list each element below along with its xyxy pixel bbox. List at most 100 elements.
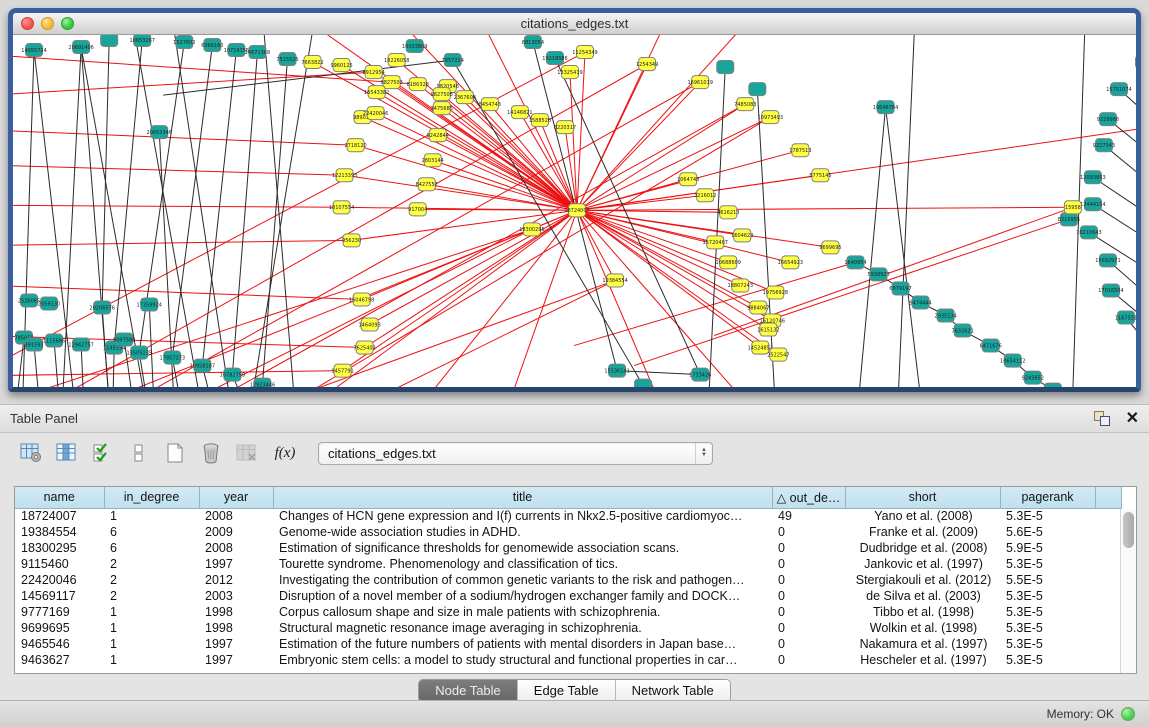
- graph-node[interactable]: 5938923: [867, 268, 889, 281]
- graph-node[interactable]: 7515526: [276, 53, 298, 66]
- graph-node[interactable]: [717, 61, 734, 74]
- column-header-name[interactable]: name: [15, 487, 104, 508]
- citation-edge-black[interactable]: [232, 52, 257, 375]
- tab-edge-table[interactable]: Edge Table: [518, 680, 616, 702]
- citation-edge-red[interactable]: [343, 210, 577, 370]
- graph-node[interactable]: 1167531: [1115, 311, 1136, 324]
- table-row[interactable]: 946554611997Estimation of the future num…: [15, 636, 1121, 652]
- citation-edge-red[interactable]: [634, 219, 1069, 365]
- graph-node[interactable]: 18107554: [329, 201, 354, 214]
- graph-node[interactable]: 8215955: [1058, 213, 1080, 226]
- graph-node[interactable]: 9827508: [431, 88, 453, 101]
- graph-node[interactable]: 1787513: [789, 144, 811, 157]
- table-vertical-scrollbar[interactable]: [1120, 509, 1136, 674]
- graph-node[interactable]: 8471676: [980, 339, 1002, 352]
- graph-node[interactable]: 17016504: [1098, 284, 1123, 297]
- graph-node[interactable]: 3216012: [694, 189, 716, 202]
- graph-node[interactable]: 9960125: [330, 59, 352, 72]
- graph-node[interactable]: 1615132: [757, 323, 779, 336]
- graph-node[interactable]: 2059130: [38, 297, 60, 310]
- graph-node[interactable]: 10688609: [716, 256, 741, 269]
- unselect-rows-icon[interactable]: [124, 439, 154, 467]
- citation-edge-red[interactable]: [213, 229, 532, 389]
- tab-network-table[interactable]: Network Table: [616, 680, 730, 702]
- table-row[interactable]: 1830029562008Estimation of significance …: [15, 540, 1121, 556]
- citation-edge-black[interactable]: [709, 67, 725, 390]
- graph-node[interactable]: 9097588: [113, 333, 135, 346]
- graph-node[interactable]: 20691406: [68, 41, 93, 54]
- graph-node[interactable]: 2522547: [767, 348, 789, 361]
- graph-node[interactable]: 917004: [408, 203, 427, 216]
- graph-node[interactable]: 1464093: [358, 318, 380, 331]
- close-panel-icon[interactable]: ✕: [1126, 411, 1139, 427]
- table-row[interactable]: 2242004622012Investigating the contribut…: [15, 572, 1121, 588]
- table-row[interactable]: 946362711997Embryonic stem cells: a mode…: [15, 652, 1121, 668]
- citation-edge-black[interactable]: [54, 341, 58, 390]
- citation-edge-red[interactable]: [13, 52, 585, 366]
- graph-node[interactable]: 1640954: [844, 256, 866, 269]
- graph-node[interactable]: 7857224: [442, 54, 464, 67]
- function-builder-icon[interactable]: f(x): [268, 445, 302, 462]
- citation-edge-black[interactable]: [253, 35, 313, 390]
- citation-edge-red[interactable]: [13, 55, 418, 84]
- graph-node[interactable]: 2935134: [935, 309, 957, 322]
- citation-edge-red[interactable]: [365, 210, 577, 347]
- graph-node[interactable]: [1044, 383, 1061, 390]
- graph-node[interactable]: 9699695: [819, 241, 841, 254]
- column-header-filler[interactable]: [1095, 487, 1121, 508]
- citation-edge-red[interactable]: [13, 285, 362, 299]
- graph-node[interactable]: 2367608: [454, 91, 476, 104]
- graph-node[interactable]: 8813054: [522, 36, 544, 49]
- graph-node[interactable]: 15958: [1064, 201, 1081, 214]
- graph-node[interactable]: 9329966: [1097, 113, 1119, 126]
- column-header-in_degree[interactable]: in_degree: [104, 487, 199, 508]
- citation-edge-red[interactable]: [394, 280, 615, 389]
- graph-node[interactable]: 9242844: [427, 129, 449, 142]
- column-header-year[interactable]: year: [199, 487, 273, 508]
- show-columns-icon[interactable]: [52, 439, 82, 467]
- tab-node-table[interactable]: Node Table: [419, 680, 518, 702]
- citation-edge-black[interactable]: [1126, 317, 1136, 365]
- graph-node[interactable]: 6966160: [201, 39, 223, 52]
- graph-node[interactable]: 7632621: [952, 324, 974, 337]
- graph-node[interactable]: 12444154: [1080, 198, 1105, 211]
- graph-node[interactable]: 15136141: [604, 364, 629, 377]
- graph-node[interactable]: 7485083: [734, 98, 756, 111]
- citation-edge-black[interactable]: [1093, 204, 1136, 250]
- graph-node[interactable]: 14055724: [21, 44, 46, 57]
- citation-edge-black[interactable]: [899, 35, 915, 390]
- select-all-rows-icon[interactable]: [88, 439, 118, 467]
- graph-node[interactable]: 1064748: [677, 173, 699, 186]
- minimize-window-button[interactable]: [41, 17, 54, 30]
- graph-node[interactable]: 9474444: [909, 296, 931, 309]
- graph-node[interactable]: 9457791: [331, 364, 353, 377]
- citation-edge-black[interactable]: [102, 40, 109, 307]
- graph-node[interactable]: 1588520: [529, 114, 551, 127]
- citation-edge-black[interactable]: [262, 59, 287, 385]
- graph-node[interactable]: 12213393: [332, 169, 357, 182]
- graph-node[interactable]: 8454743: [479, 98, 501, 111]
- graph-node[interactable]: 17957273: [160, 351, 185, 364]
- table-row[interactable]: 969969511998Structural magnetic resonanc…: [15, 620, 1121, 636]
- table-row[interactable]: 911546021997Tourette syndrome. Phenomeno…: [15, 556, 1121, 572]
- graph-node[interactable]: 1115686: [43, 334, 65, 347]
- graph-node[interactable]: 10653267: [130, 35, 155, 47]
- citation-edge-red[interactable]: [577, 207, 1073, 210]
- graph-node[interactable]: 19756928: [763, 286, 788, 299]
- graph-node[interactable]: 9227343: [1093, 139, 1115, 152]
- graph-node[interactable]: 15692971: [1095, 254, 1120, 267]
- graph-node[interactable]: 391593: [24, 338, 43, 351]
- column-header-short[interactable]: short: [845, 487, 1000, 508]
- citation-edge-black[interactable]: [886, 107, 920, 389]
- citation-graph[interactable]: 1405572420691406106532671527602696616010…: [13, 35, 1136, 390]
- float-panel-icon[interactable]: [1094, 411, 1112, 427]
- graph-node[interactable]: 17359924: [137, 298, 162, 311]
- table-row[interactable]: 1872400712008Changes of HCN gene express…: [15, 508, 1121, 524]
- graph-node[interactable]: 8912954: [363, 66, 385, 79]
- close-window-button[interactable]: [21, 17, 34, 30]
- graph-node[interactable]: 8427552: [416, 178, 438, 191]
- graph-node[interactable]: 7663822: [301, 56, 323, 69]
- citation-edge-black[interactable]: [202, 50, 236, 366]
- graph-node[interactable]: 9245652: [1022, 371, 1044, 384]
- graph-node[interactable]: 12093853: [1080, 171, 1105, 184]
